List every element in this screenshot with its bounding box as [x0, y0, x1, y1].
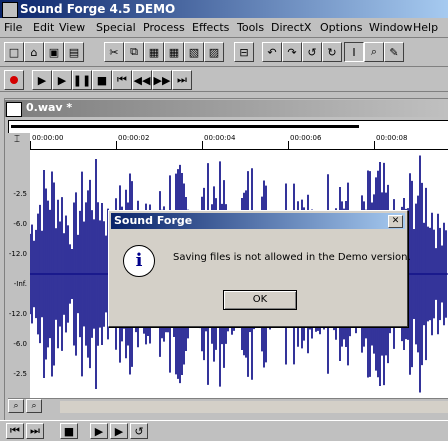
menu-bar: File Edit View Special Process Effects T… [0, 19, 448, 38]
menu-special[interactable]: Special [96, 21, 136, 34]
scale-label: -6.0 [13, 220, 27, 228]
ruler-label: 00:00:00 [32, 134, 64, 142]
crop-icon[interactable]: ▨ [204, 42, 224, 62]
open-file-icon[interactable]: ⌂ [24, 42, 44, 62]
level-scale: -2.5 -6.0 -12.0 -Inf. -12.0 -6.0 -2.5 [8, 150, 30, 398]
forward-icon[interactable]: ▶▶ [152, 70, 172, 90]
go-to-start-icon[interactable]: ⏮ [6, 423, 24, 439]
scale-label: -6.0 [13, 340, 27, 348]
stop-icon[interactable]: ■ [60, 423, 78, 439]
menu-process[interactable]: Process [143, 21, 185, 34]
go-to-end-icon[interactable]: ⏭ [26, 423, 44, 439]
transport-toolbar: ▶ ▶ ❚❚ ■ ⏮ ◀◀ ▶▶ ⏭ [0, 67, 448, 92]
ruler-label: 00:00:02 [118, 134, 150, 142]
close-icon[interactable]: ✕ [388, 215, 403, 228]
zoom-in-icon[interactable]: ⌕ [26, 399, 42, 413]
ruler-label: 00:00:06 [290, 134, 322, 142]
new-file-icon[interactable]: □ [4, 42, 24, 62]
undo-icon[interactable]: ↶ [262, 42, 282, 62]
menu-file[interactable]: File [4, 21, 22, 34]
repeat-icon[interactable]: ↺ [302, 42, 322, 62]
menu-tools[interactable]: Tools [237, 21, 264, 34]
redo-icon[interactable]: ↷ [282, 42, 302, 62]
app-titlebar: Sound Forge 4.5 DEMO [0, 0, 448, 18]
ok-button[interactable]: OK [223, 290, 297, 310]
go-to-end-icon[interactable]: ⏭ [172, 70, 192, 90]
rewind-icon[interactable]: ◀◀ [132, 70, 152, 90]
scale-label: -12.0 [8, 310, 27, 318]
paste-icon[interactable]: ▦ [144, 42, 164, 62]
app-title: Sound Forge 4.5 DEMO [20, 2, 176, 16]
marker-icon: ⌶ [14, 134, 20, 145]
ruler-label: 00:00:04 [204, 134, 236, 142]
stop-icon[interactable]: ■ [92, 70, 112, 90]
app-icon [2, 2, 18, 18]
play-looped-icon[interactable]: ↺ [130, 423, 148, 439]
scale-label: -2.5 [13, 370, 27, 378]
go-to-start-icon[interactable]: ⏮ [112, 70, 132, 90]
time-ruler[interactable]: 00:00:00 00:00:02 00:00:04 00:00:06 00:0… [30, 133, 448, 150]
ruler-corner: ⌶ [8, 133, 30, 149]
play-icon[interactable]: ▶ [90, 423, 108, 439]
edit-tool-icon[interactable]: Ⅰ [344, 42, 364, 62]
document-titlebar[interactable]: 0.wav * [4, 100, 448, 117]
paste-new-icon[interactable]: ▦ [164, 42, 184, 62]
pause-icon[interactable]: ❚❚ [72, 70, 92, 90]
menu-directx[interactable]: DirectX [271, 21, 311, 34]
main-toolbar: □ ⌂ ▣ ▤ ✂ ⧉ ▦ ▦ ▧ ▨ ⊟ ↶ ↷ ↺ ↻ Ⅰ ⌕ ✎ [0, 38, 448, 67]
cut-icon[interactable]: ✂ [104, 42, 124, 62]
zoom-out-icon[interactable]: ⌕ [8, 399, 24, 413]
wave-file-icon [6, 102, 22, 117]
save-icon[interactable]: ▣ [44, 42, 64, 62]
play-all-icon[interactable]: ▶ [32, 70, 52, 90]
scale-label: -2.5 [13, 190, 27, 198]
trim-icon[interactable]: ⊟ [234, 42, 254, 62]
ruler-label: 00:00:08 [376, 134, 408, 142]
play-icon[interactable]: ▶ [52, 70, 72, 90]
magnify-tool-icon[interactable]: ⌕ [364, 42, 384, 62]
menu-edit[interactable]: Edit [33, 21, 54, 34]
save-as-icon[interactable]: ▤ [64, 42, 84, 62]
undo-history-icon[interactable]: ↻ [322, 42, 342, 62]
dialog-titlebar[interactable]: Sound Forge ✕ [111, 213, 405, 229]
scale-label: -Inf. [13, 280, 27, 288]
pencil-tool-icon[interactable]: ✎ [384, 42, 404, 62]
menu-window[interactable]: Window [369, 21, 412, 34]
scale-label: -12.0 [8, 250, 27, 258]
copy-icon[interactable]: ⧉ [124, 42, 144, 62]
play-all-icon[interactable]: ▶ [110, 423, 128, 439]
overview-bar[interactable] [8, 120, 448, 134]
menu-view[interactable]: View [59, 21, 85, 34]
record-icon[interactable] [4, 70, 24, 90]
message-dialog: Sound Forge ✕ i Saving files is not allo… [108, 210, 411, 327]
info-icon: i [123, 245, 155, 277]
horizontal-scrollbar[interactable] [60, 401, 448, 413]
status-transport-bar: ⏮ ⏭ ■ ▶ ▶ ↺ [0, 420, 448, 441]
mix-icon[interactable]: ▧ [184, 42, 204, 62]
dialog-title: Sound Forge [114, 214, 193, 227]
document-title: 0.wav * [26, 101, 73, 114]
menu-help[interactable]: Help [413, 21, 438, 34]
menu-options[interactable]: Options [320, 21, 362, 34]
menu-effects[interactable]: Effects [192, 21, 229, 34]
dialog-message: Saving files is not allowed in the Demo … [173, 252, 411, 263]
